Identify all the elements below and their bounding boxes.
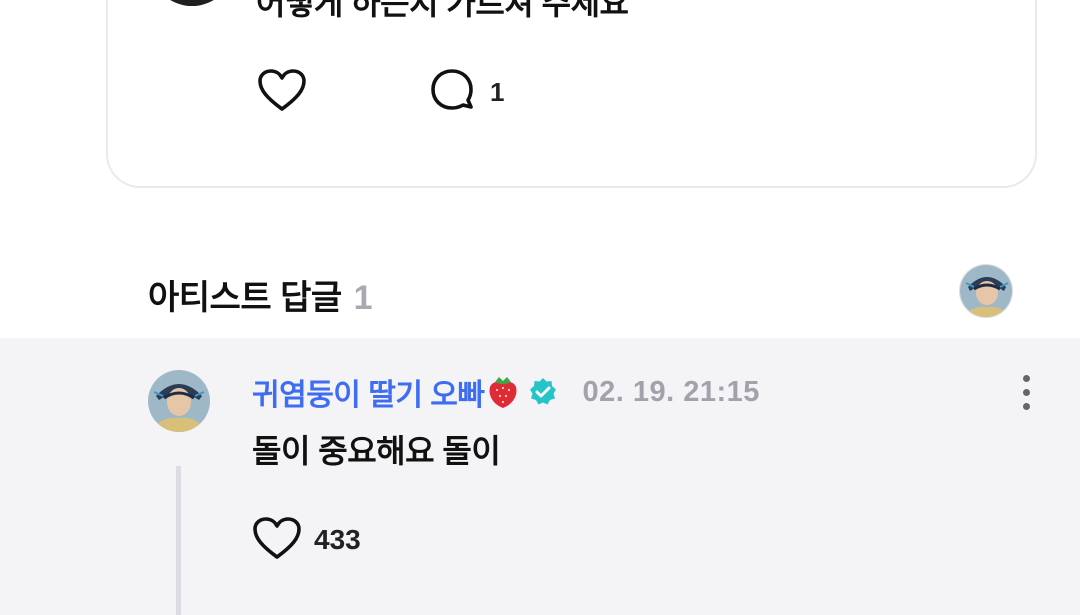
reply-author-avatar[interactable] (148, 370, 210, 432)
reply-like-button[interactable]: 433 (252, 514, 361, 566)
artist-replies-count: 1 (353, 279, 373, 317)
reply-text: 돌이 중요해요 돌이 (252, 433, 501, 469)
reply-author-name[interactable]: 귀염둥이 딸기 오빠 (252, 370, 485, 414)
artist-avatar[interactable] (959, 264, 1013, 318)
verified-badge-icon (528, 377, 558, 407)
artist-reply: 귀염둥이 딸기 오빠 02. 19. 21:15 돌이 중요해요 돌이 433 (0, 338, 1080, 615)
post-comment-button[interactable]: 1 (430, 68, 504, 116)
strawberry-icon (486, 374, 520, 410)
artist-replies-header: 아티스트 답글 1 (148, 270, 373, 319)
comment-count: 1 (490, 76, 505, 107)
post-detail-page: 어떻게 하는지 가르쳐 주세요 1 아티스트 답글 1 귀염둥이 딸기 오빠 0… (0, 0, 1080, 615)
heart-outline-icon (252, 516, 302, 565)
artist-replies-title: 아티스트 답글 (148, 279, 342, 317)
more-options-button[interactable] (1008, 372, 1044, 412)
post-text: 어떻게 하는지 가르쳐 주세요 (256, 0, 629, 21)
post-card: 어떻게 하는지 가르쳐 주세요 1 (106, 0, 1037, 188)
speech-bubble-icon (430, 68, 476, 117)
more-vertical-icon (1022, 374, 1030, 382)
post-like-button[interactable] (256, 68, 308, 116)
heart-outline-icon (257, 68, 307, 117)
post-author-avatar[interactable] (150, 0, 234, 6)
reply-timestamp: 02. 19. 21:15 (582, 375, 760, 408)
reply-meta: 귀염둥이 딸기 오빠 02. 19. 21:15 (252, 370, 760, 414)
reply-like-count: 433 (314, 524, 361, 555)
thread-line (176, 466, 181, 615)
